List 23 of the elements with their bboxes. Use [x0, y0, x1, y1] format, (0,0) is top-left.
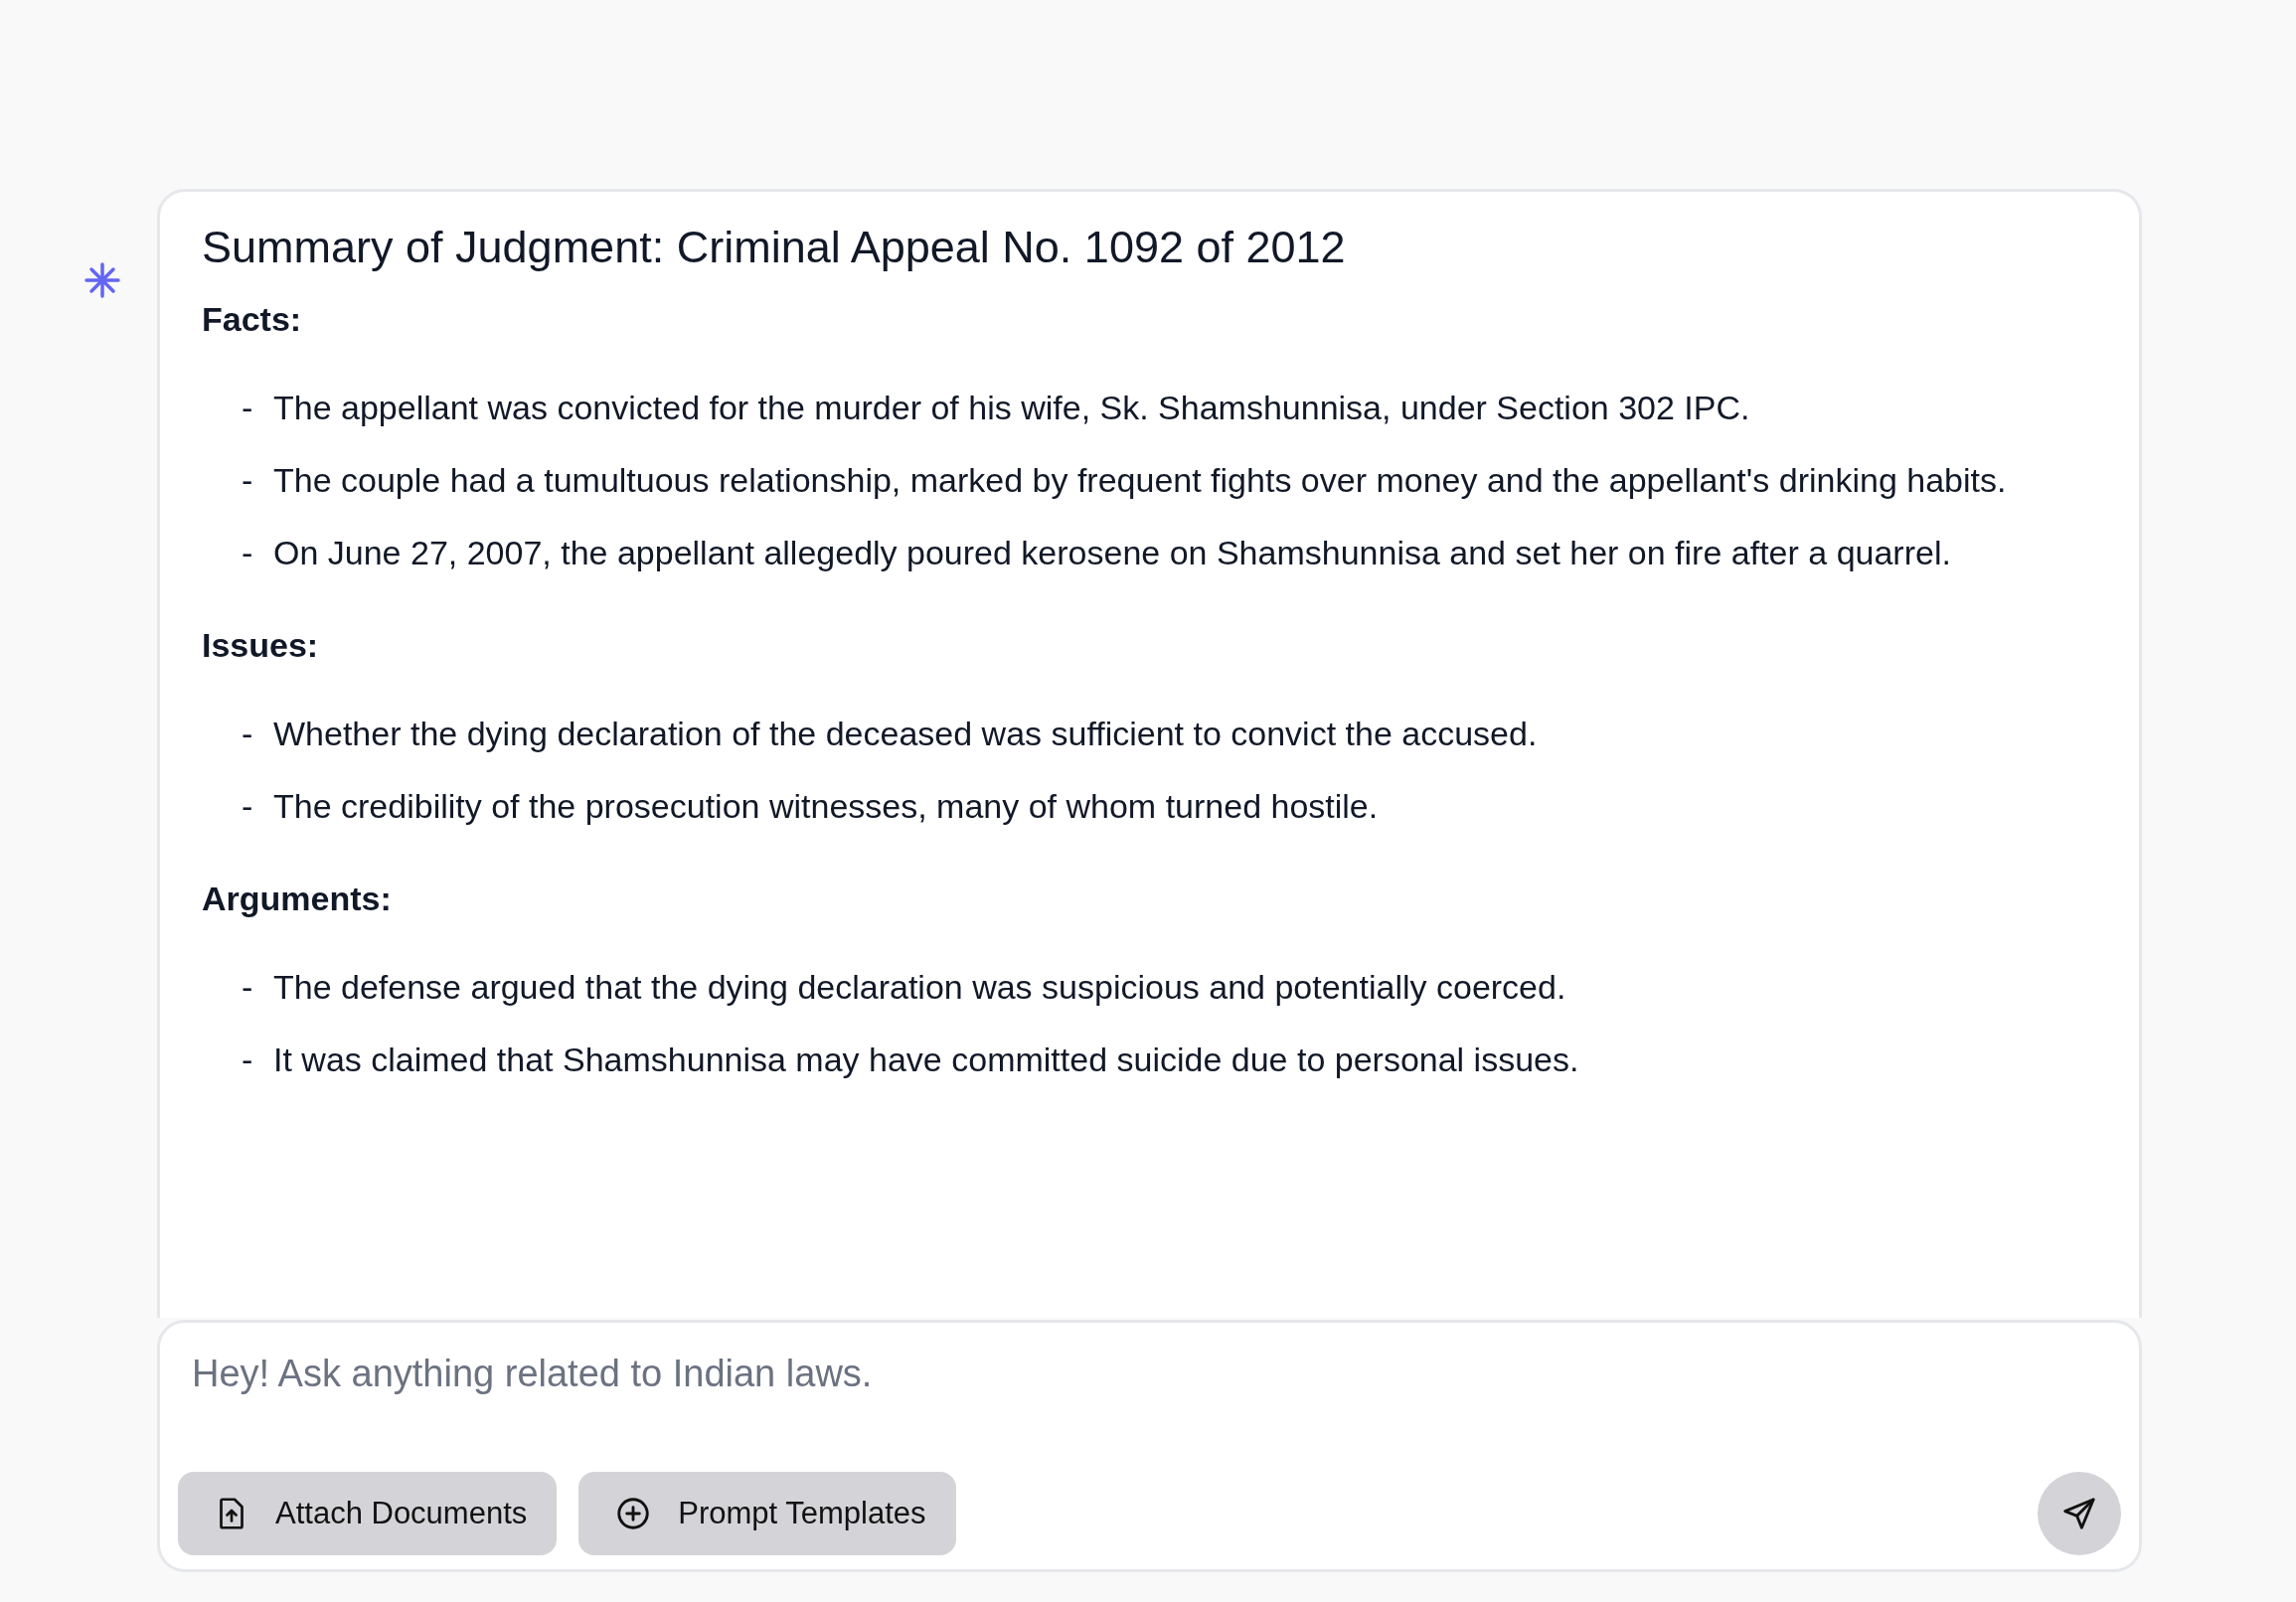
list-item-text: It was claimed that Shamshunnisa may have committed suicide due to personal issues.: [273, 1040, 1579, 1080]
list-marker: -: [242, 967, 254, 1008]
list-item-text: On June 27, 2007, the appellant allegedly poured kerosene on Shamshunnisa and set her on fire after a quarrel.: [273, 533, 1951, 573]
list-marker: -: [242, 786, 254, 827]
list-marker: -: [242, 1040, 254, 1080]
send-icon: [2060, 1495, 2098, 1532]
list-marker: -: [242, 533, 254, 573]
section-heading: Issues:: [202, 625, 320, 666]
prompt-templates-button[interactable]: Prompt Templates: [578, 1472, 956, 1555]
section-heading: Facts:: [202, 299, 303, 340]
list-marker: -: [242, 388, 254, 428]
list-marker: -: [242, 460, 254, 501]
list-item-text: The credibility of the prosecution witnesses, many of whom turned hostile.: [273, 786, 1379, 827]
message-input[interactable]: Hey! Ask anything related to Indian laws.: [178, 1345, 2121, 1403]
list-item-text: Whether the dying declaration of the deceased was sufficient to convict the accused.: [273, 714, 1538, 754]
list-item-text: The defense argued that the dying declaration was suspicious and potentially coerced.: [273, 967, 1566, 1008]
message-title: Summary of Judgment: Criminal Appeal No. 1092 of 2012: [202, 221, 1347, 274]
list-item-text: The appellant was convicted for the murder of his wife, Sk. Shamshunnisa, under Section 302 IPC.: [273, 388, 1750, 428]
section-heading: Arguments:: [202, 879, 393, 919]
attach-documents-button[interactable]: Attach Documents: [178, 1472, 558, 1555]
sparkle-icon: [82, 260, 122, 300]
list-item-text: The couple had a tumultuous relationship, marked by frequent fights over money and the appellant's drinking habits.: [273, 460, 2007, 501]
list-marker: -: [242, 714, 254, 754]
